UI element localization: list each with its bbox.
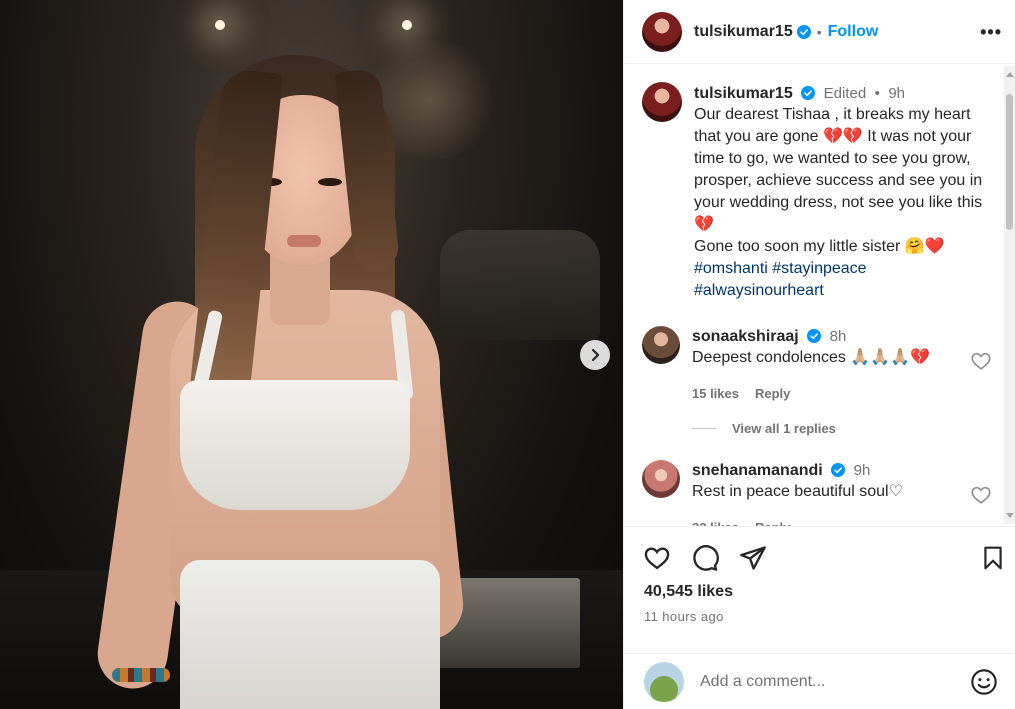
reply-divider (692, 428, 716, 429)
hashtag-link[interactable]: #alwaysinourheart (694, 280, 990, 302)
avatar[interactable] (642, 326, 680, 364)
chevron-right-icon (591, 348, 600, 362)
comments-list[interactable]: tulsikumar15 Edited • 9h Our dearest Tis… (624, 64, 1004, 526)
comment-icon (693, 545, 719, 571)
separator-dot: • (874, 85, 880, 102)
comment-age[interactable]: 9h (854, 462, 871, 479)
author-username[interactable]: tulsikumar15 (694, 23, 793, 41)
caption-age[interactable]: 9h (888, 85, 905, 102)
hug-heart-emoji: 🤗❤️ (904, 238, 945, 255)
comment-input[interactable] (700, 673, 950, 691)
comment-likes[interactable]: 32 likes (692, 517, 739, 526)
share-icon (740, 546, 766, 570)
ceiling-light (402, 20, 412, 30)
reply-button[interactable]: Reply (755, 383, 790, 405)
post-header: tulsikumar15 • Follow ••• (624, 0, 1015, 64)
post-footer: 40,545 likes 11 hours ago (624, 526, 1015, 709)
heart-icon[interactable] (970, 350, 992, 372)
avatar[interactable] (642, 82, 682, 122)
edited-label: Edited (823, 85, 867, 102)
caption: tulsikumar15 Edited • 9h Our dearest Tis… (642, 82, 992, 302)
caption-username[interactable]: tulsikumar15 (694, 85, 793, 102)
share-button[interactable] (738, 543, 768, 573)
comment-username[interactable]: sonaakshiraaj (692, 328, 799, 345)
broken-heart-emoji: 💔 (694, 216, 714, 233)
verified-badge-icon (807, 329, 822, 343)
view-replies-label: View all 1 replies (732, 421, 836, 436)
post-photo (0, 0, 623, 709)
comments-scrollbar[interactable] (1004, 66, 1015, 524)
caption-line: Gone too soon my little sister (694, 238, 901, 255)
eye (318, 178, 342, 186)
follow-button[interactable]: Follow (828, 23, 879, 41)
separator-dot: • (816, 23, 822, 40)
broken-heart-emoji: 💔💔 (823, 128, 863, 145)
add-comment-bar (624, 653, 1015, 709)
comment-likes[interactable]: 15 likes (692, 383, 739, 405)
scroll-down-arrow[interactable] (1006, 513, 1014, 518)
save-button[interactable] (978, 543, 1008, 573)
bracelet (112, 668, 170, 682)
more-options-button[interactable]: ••• (980, 22, 1002, 43)
heart-icon (644, 547, 670, 570)
caption-text: Our dearest Tishaa , it breaks my heart … (694, 104, 990, 302)
post-time[interactable]: 11 hours ago (644, 609, 724, 624)
heart-icon[interactable] (970, 484, 992, 506)
carousel-next-button[interactable] (580, 340, 610, 370)
ceiling-light (215, 20, 225, 30)
likes-count[interactable]: 40,545 likes (644, 583, 733, 601)
scroll-up-arrow[interactable] (1006, 72, 1014, 77)
avatar[interactable] (642, 11, 682, 52)
background-sofa (440, 230, 600, 340)
verified-badge-icon (831, 463, 846, 477)
lips (287, 235, 321, 247)
comment-age[interactable]: 8h (830, 328, 847, 345)
comment-text: Rest in peace beautiful soul (692, 483, 889, 500)
comment-text: Deepest condolences (692, 349, 846, 366)
white-top (180, 380, 410, 510)
verified-badge-icon (801, 86, 816, 100)
post-details-panel: tulsikumar15 • Follow ••• tulsikumar15 E… (623, 0, 1015, 709)
comment-item: sonaakshiraaj 8h Deepest condolences 🙏🏼🙏… (642, 326, 992, 405)
comment-emoji: 🙏🏼🙏🏼🙏🏼💔 (850, 349, 931, 366)
comment-item: snehanamanandi 9h Rest in peace beautifu… (642, 460, 992, 526)
like-button[interactable] (642, 543, 672, 573)
hashtag-link[interactable]: #omshanti #stayinpeace (694, 258, 990, 280)
avatar (644, 662, 684, 702)
comment-username[interactable]: snehanamanandi (692, 462, 823, 479)
comment-button[interactable] (690, 543, 720, 573)
avatar[interactable] (642, 460, 680, 498)
scroll-thumb[interactable] (1006, 94, 1013, 230)
reply-button[interactable]: Reply (755, 517, 790, 526)
white-skirt (180, 560, 440, 709)
comment-emoji: ♡ (888, 483, 903, 500)
verified-badge-icon (796, 24, 811, 39)
bookmark-icon (984, 546, 1002, 570)
emoji-icon[interactable] (970, 668, 998, 696)
view-replies-button[interactable]: View all 1 replies (692, 421, 836, 436)
